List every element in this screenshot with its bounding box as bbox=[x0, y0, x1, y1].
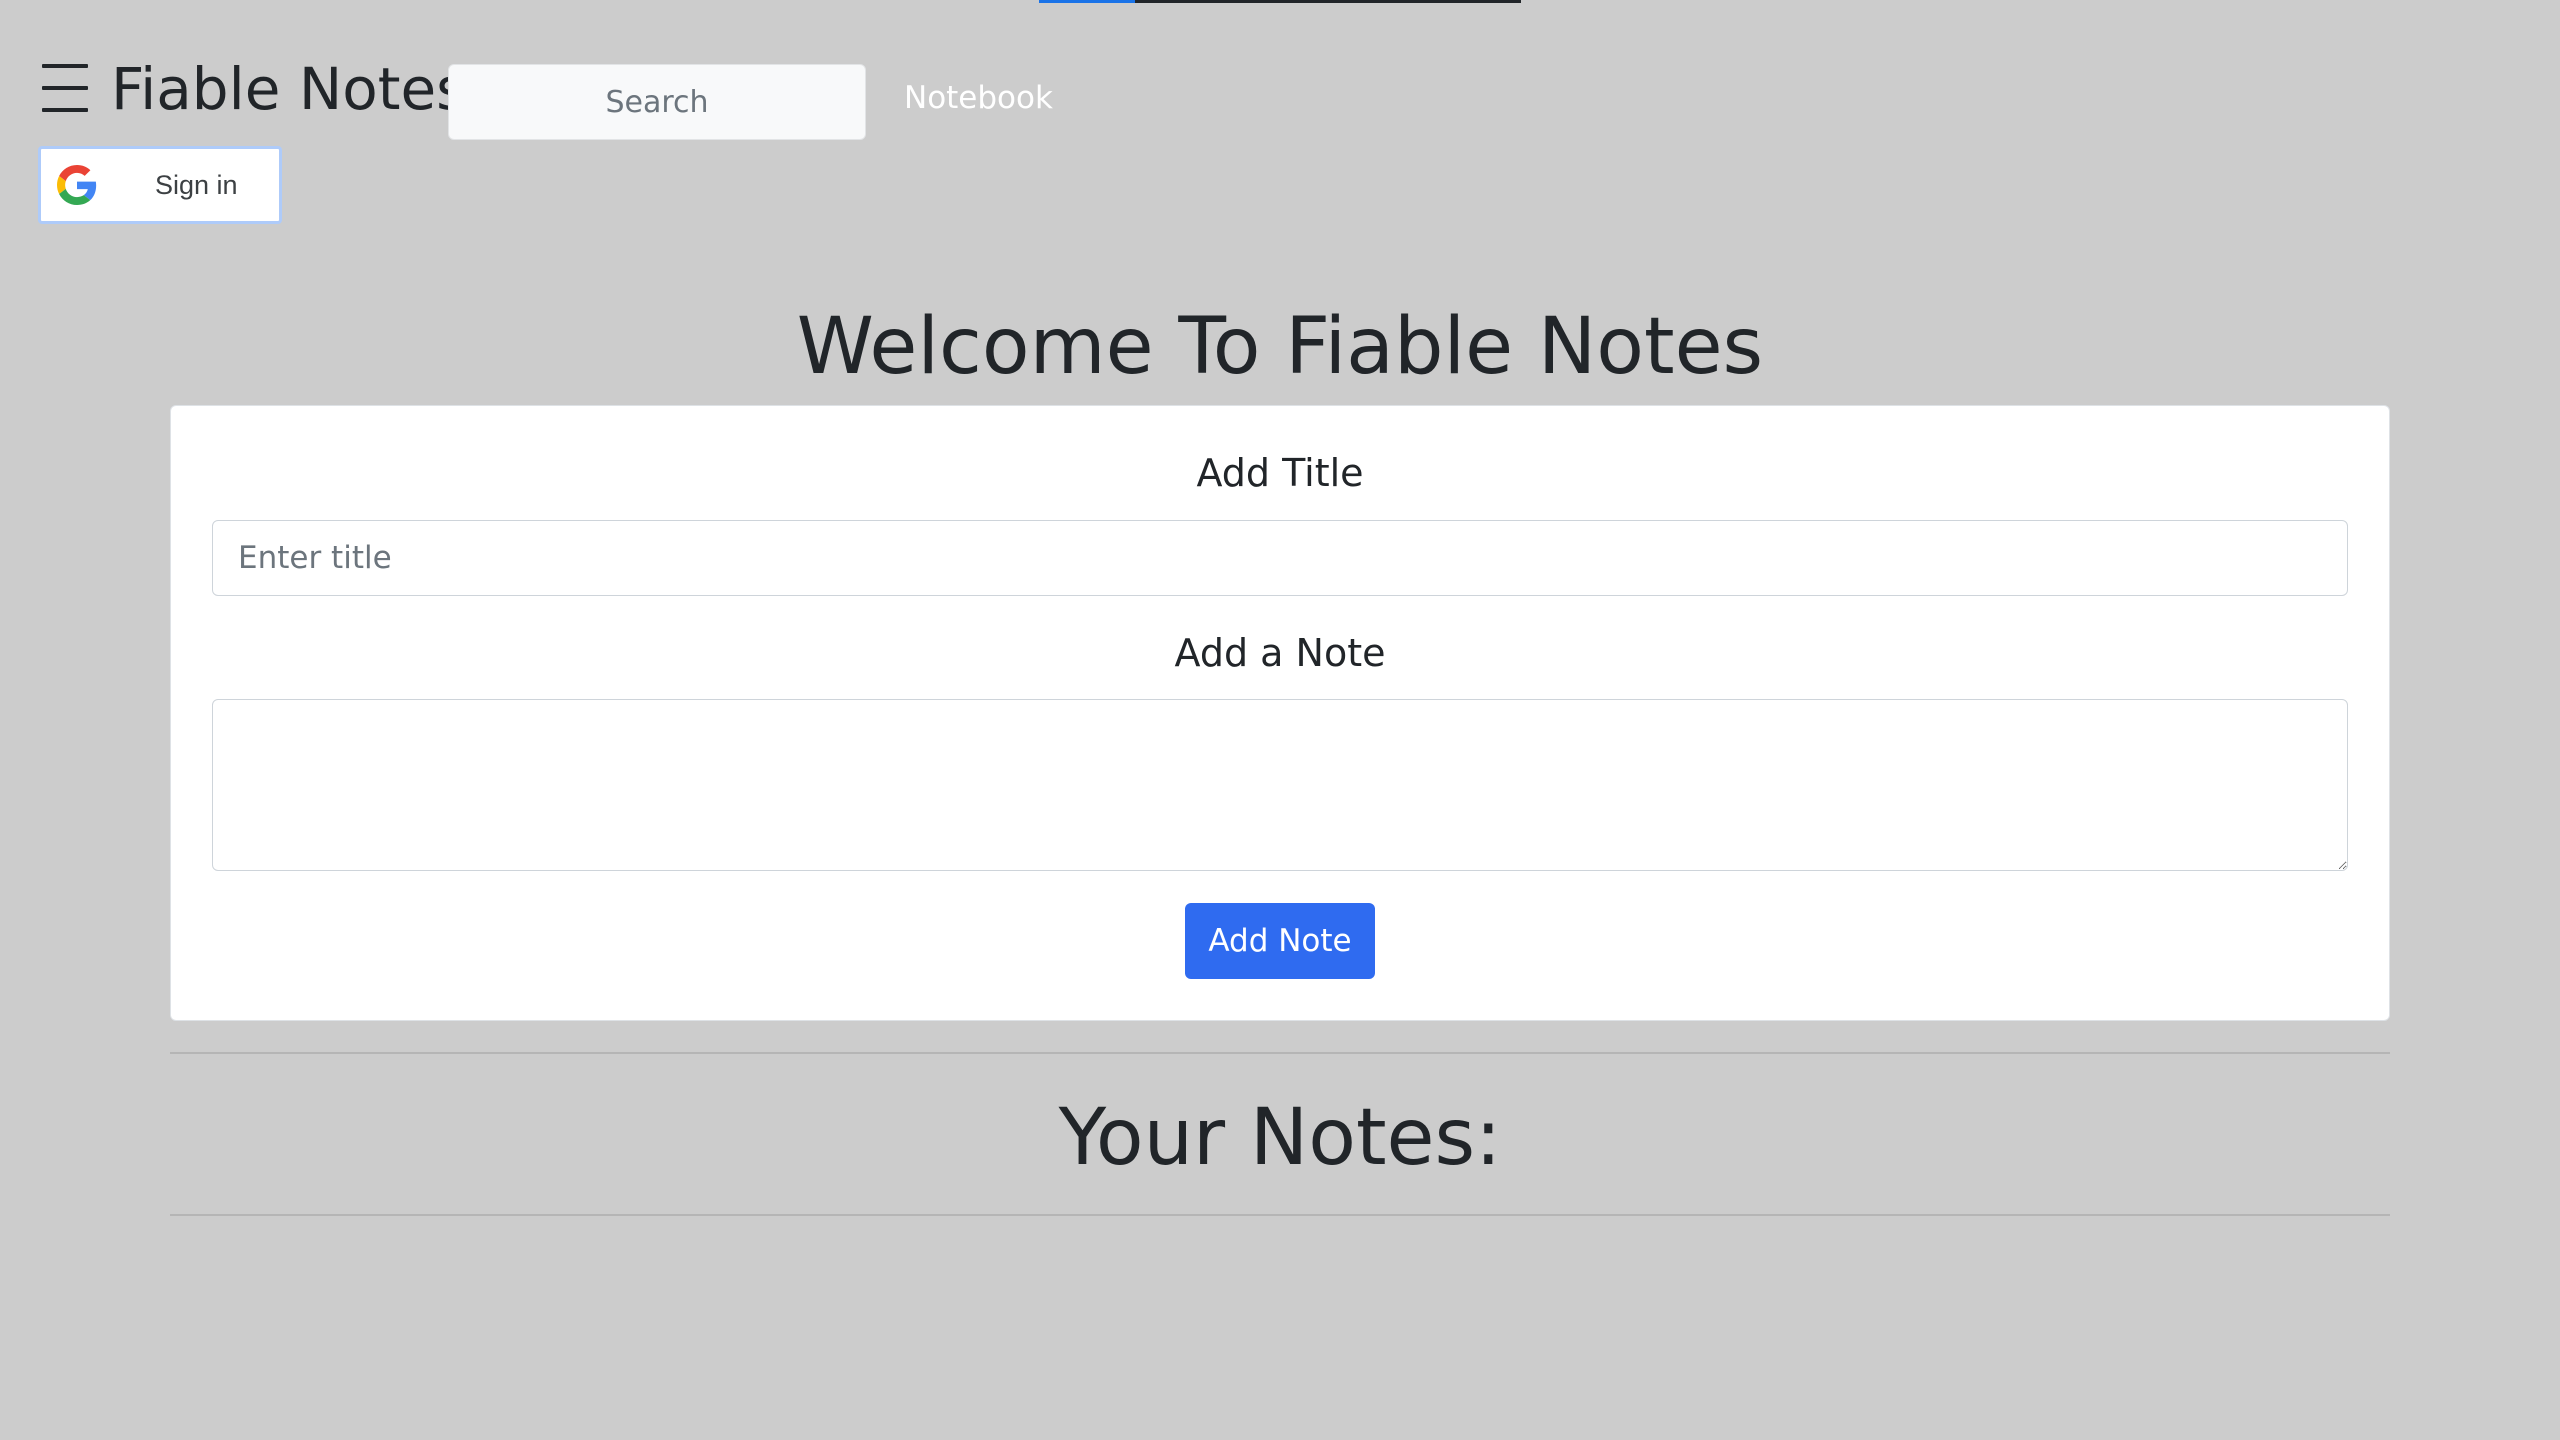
title-input[interactable] bbox=[212, 520, 2348, 596]
top-progress-fill bbox=[1039, 0, 1136, 3]
add-note-card: Add Title Add a Note Add Note bbox=[170, 405, 2390, 1021]
nav-link-notebook[interactable]: Notebook bbox=[904, 78, 1053, 118]
google-sign-in-label: Sign in bbox=[155, 170, 238, 200]
hamburger-menu-icon[interactable] bbox=[42, 64, 88, 112]
divider-top bbox=[170, 1052, 2390, 1054]
note-textarea[interactable] bbox=[212, 699, 2348, 871]
your-notes-heading: Your Notes: bbox=[1058, 1093, 1502, 1183]
search-input[interactable] bbox=[448, 64, 866, 140]
add-note-label: Add a Note bbox=[1174, 631, 1386, 675]
google-g-icon bbox=[57, 165, 97, 205]
top-progress-bar bbox=[1039, 0, 1521, 3]
google-sign-in-button[interactable]: Sign in bbox=[38, 146, 282, 224]
add-note-button[interactable]: Add Note bbox=[1185, 903, 1375, 979]
welcome-heading: Welcome To Fiable Notes bbox=[796, 302, 1764, 392]
divider-bottom bbox=[170, 1214, 2390, 1216]
brand-title[interactable]: Fiable Notes bbox=[111, 54, 466, 124]
add-title-label: Add Title bbox=[1196, 451, 1364, 495]
